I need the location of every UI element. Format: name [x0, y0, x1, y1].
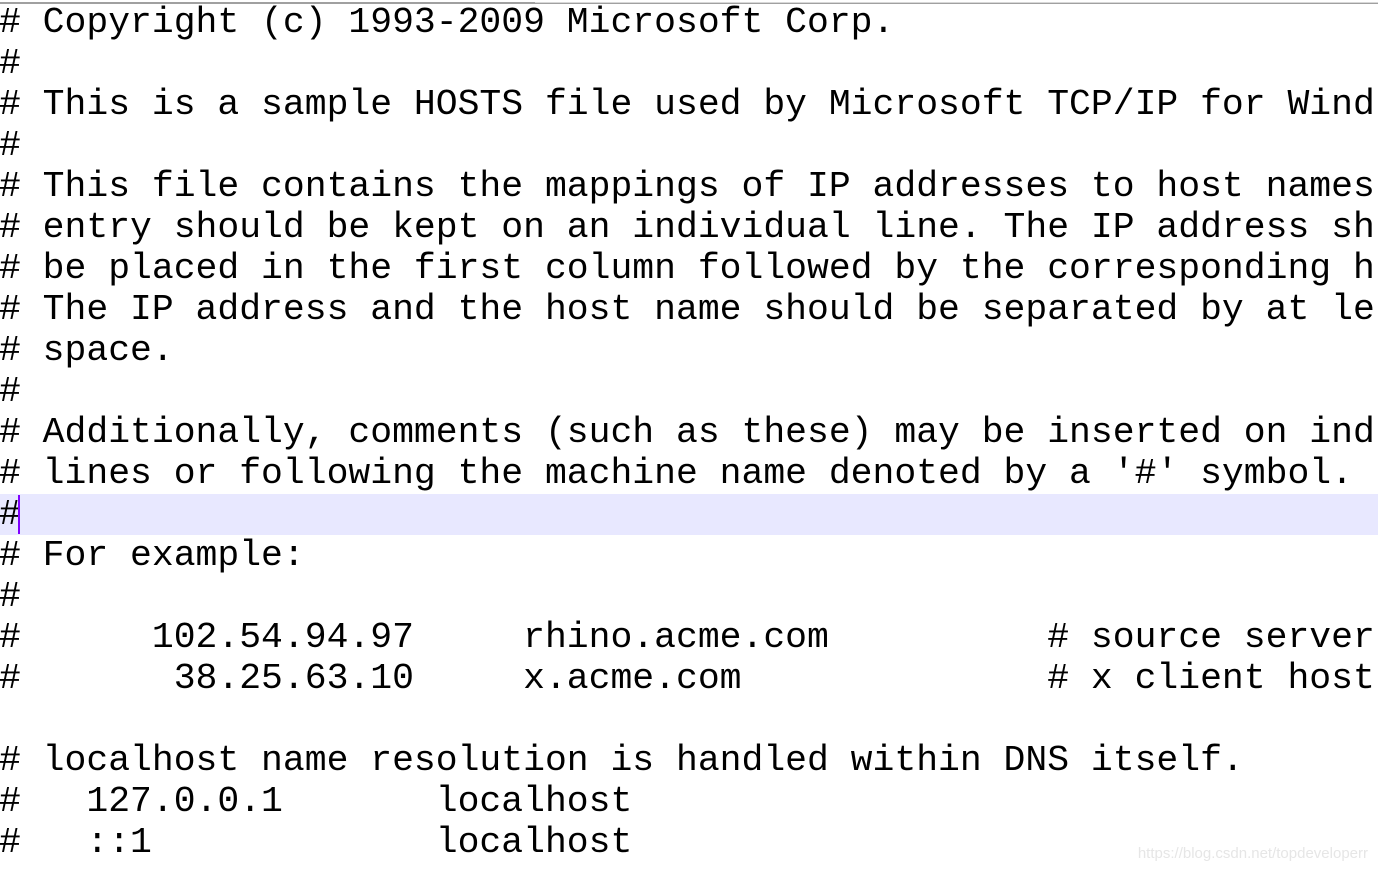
text-caret: [18, 495, 20, 534]
editor-line[interactable]: # lines or following the machine name de…: [0, 453, 1378, 494]
editor-line[interactable]: #: [0, 43, 1378, 84]
current-line[interactable]: #: [0, 494, 1378, 535]
editor-line[interactable]: #: [0, 371, 1378, 412]
watermark: https://blog.csdn.net/topdeveloperr: [1137, 845, 1368, 862]
editor-line[interactable]: # 127.0.0.1 localhost: [0, 781, 1378, 822]
editor-line[interactable]: # 102.54.94.97 rhino.acme.com # source s…: [0, 617, 1378, 658]
editor-line[interactable]: #: [0, 576, 1378, 617]
editor-line[interactable]: # For example:: [0, 535, 1378, 576]
editor-line[interactable]: # space.: [0, 330, 1378, 371]
editor-line[interactable]: # Copyright (c) 1993-2009 Microsoft Corp…: [0, 2, 1378, 43]
editor-line[interactable]: # Additionally, comments (such as these)…: [0, 412, 1378, 453]
editor-line[interactable]: #: [0, 125, 1378, 166]
text-editor[interactable]: # Copyright (c) 1993-2009 Microsoft Corp…: [0, 2, 1378, 870]
editor-line[interactable]: # The IP address and the host name shoul…: [0, 289, 1378, 330]
editor-line[interactable]: [0, 699, 1378, 740]
editor-line[interactable]: # entry should be kept on an individual …: [0, 207, 1378, 248]
editor-line[interactable]: # This file contains the mappings of IP …: [0, 166, 1378, 207]
editor-line[interactable]: # localhost name resolution is handled w…: [0, 740, 1378, 781]
editor-line[interactable]: # 38.25.63.10 x.acme.com # x client host: [0, 658, 1378, 699]
editor-line[interactable]: # be placed in the first column followed…: [0, 248, 1378, 289]
editor-line[interactable]: # This is a sample HOSTS file used by Mi…: [0, 84, 1378, 125]
